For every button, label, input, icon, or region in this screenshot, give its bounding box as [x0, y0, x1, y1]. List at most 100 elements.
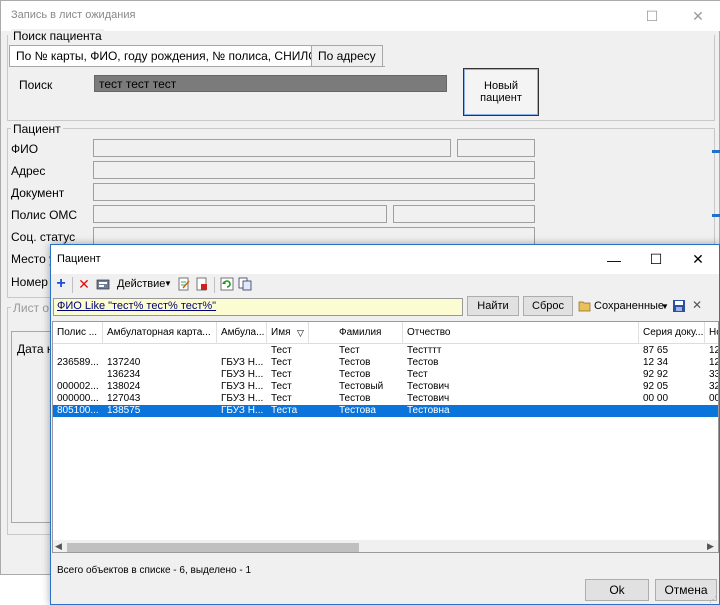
- chevron-down-icon[interactable]: ▼: [164, 279, 172, 288]
- minimize-icon[interactable]: —: [593, 245, 635, 274]
- scroll-right-icon[interactable]: ▶: [707, 541, 714, 552]
- ok-button[interactable]: Ok: [585, 579, 649, 601]
- properties-icon[interactable]: [96, 277, 110, 291]
- social-status-label: Соц. статус: [11, 230, 76, 244]
- patient-group-label: Пациент: [11, 122, 63, 136]
- chevron-down-icon[interactable]: ▼: [661, 302, 669, 311]
- waitlist-grid[interactable]: [11, 331, 51, 523]
- table-cell: 000000...: [57, 393, 99, 404]
- saved-filters-button[interactable]: Сохраненные: [594, 300, 664, 312]
- table-cell: Теста: [271, 405, 298, 416]
- tab-search-by-card[interactable]: По № карты, ФИО, году рождения, № полиса…: [9, 45, 324, 67]
- toolbar-separator: [72, 277, 73, 293]
- column-header[interactable]: Но: [705, 322, 718, 344]
- table-cell: ГБУЗ Н...: [221, 381, 264, 392]
- table-cell: 00: [709, 393, 718, 404]
- close-icon[interactable]: ✕: [675, 1, 720, 31]
- waitlist-titlebar: Запись в лист ожидания ☐ ✕: [1, 1, 720, 31]
- table-row[interactable]: Тест Тест Тестттт 87 65 12: [53, 345, 718, 357]
- scrollbar-thumb[interactable]: [67, 543, 359, 552]
- edit-doc-icon[interactable]: [177, 277, 191, 291]
- table-cell: Тестов: [339, 393, 371, 404]
- delete-x-icon[interactable]: ✕: [77, 276, 91, 292]
- column-header[interactable]: Полис ...: [53, 322, 103, 344]
- column-header[interactable]: Фамилия: [335, 322, 403, 344]
- action-menu-button[interactable]: Действие: [117, 278, 165, 290]
- fio-field[interactable]: [93, 139, 451, 157]
- table-cell: Тестовна: [407, 405, 450, 416]
- table-cell: Тестович: [407, 393, 450, 404]
- table-cell: 137240: [107, 357, 141, 368]
- background-edge: [712, 150, 720, 153]
- table-row[interactable]: 000002... 138024 ГБУЗ Н... Тест Тестовый Тест…: [53, 381, 718, 393]
- table-row[interactable]: 000000... 127043 ГБУЗ Н... Тест Тестов Тестов…: [53, 393, 718, 405]
- grid-body: ТестТестТестттт87 6512236589... 137240 ГБУ…: [53, 345, 718, 539]
- table-cell: 92 05: [643, 381, 669, 392]
- sort-desc-icon[interactable]: ▽: [297, 328, 304, 339]
- document-field[interactable]: [93, 183, 535, 201]
- table-cell: [53, 369, 103, 381]
- table-cell: ГБУЗ Н...: [221, 369, 264, 380]
- table-row[interactable]: 236589... 137240 ГБУЗ Н... Тест Тестов Тестов…: [53, 357, 718, 369]
- search-label: Поиск: [19, 78, 53, 92]
- dialog-title: Пациент: [57, 253, 101, 265]
- table-row-selected[interactable]: 805100... 138575 ГБУЗ Н... Теста Тестова Тест…: [53, 405, 718, 417]
- table-cell: 138575: [107, 405, 141, 416]
- table-cell: ГБУЗ Н...: [221, 405, 264, 416]
- table-cell: 805100...: [57, 405, 99, 416]
- horizontal-scrollbar[interactable]: ◀ ▶: [53, 540, 718, 552]
- find-button[interactable]: Найти: [467, 296, 519, 316]
- table-cell: ГБУЗ Н...: [221, 393, 264, 404]
- table-cell: Тест: [271, 345, 292, 356]
- table-cell: Тестов: [339, 369, 371, 380]
- oms-policy-label: Полис ОМС: [11, 208, 78, 222]
- table-cell: 236589...: [57, 357, 99, 368]
- background-edge: [712, 214, 720, 217]
- column-header[interactable]: Отчество: [403, 322, 639, 344]
- window-title: Запись в лист ожидания: [11, 9, 136, 21]
- table-row[interactable]: 136234 ГБУЗ Н... Тест Тестов Тест 92 92 33: [53, 369, 718, 381]
- tab-search-by-address[interactable]: По адресу: [311, 45, 383, 67]
- patients-grid[interactable]: Полис ... Амбулаторная карта... Амбула..…: [52, 321, 719, 553]
- table-cell: Тестова: [339, 405, 376, 416]
- table-cell: [217, 345, 267, 357]
- new-patient-button[interactable]: Новый пациент: [463, 68, 539, 116]
- plus-icon[interactable]: +: [54, 275, 68, 292]
- column-header[interactable]: Амбула...: [217, 322, 267, 344]
- column-header[interactable]: Амбулаторная карта...: [103, 322, 217, 344]
- oms-policy-field[interactable]: [93, 205, 387, 223]
- export-doc-icon[interactable]: [195, 277, 209, 291]
- table-cell: [705, 405, 718, 417]
- table-cell: Тестов: [407, 357, 439, 368]
- maximize-icon[interactable]: ☐: [635, 245, 677, 274]
- resize-grip-icon[interactable]: ⋰: [709, 595, 717, 604]
- search-group-label: Поиск пациента: [11, 29, 104, 43]
- column-header[interactable]: Серия доку...: [639, 322, 705, 344]
- table-cell: Тест: [271, 393, 292, 404]
- table-cell: Тест: [407, 369, 428, 380]
- search-input[interactable]: тест тест тест: [94, 75, 447, 92]
- cancel-button[interactable]: Отмена: [655, 579, 717, 601]
- clear-filter-icon[interactable]: ✕: [692, 298, 702, 312]
- save-icon[interactable]: [672, 299, 686, 316]
- oms-policy-number-field[interactable]: [393, 205, 535, 223]
- tab-divider: [9, 66, 385, 67]
- table-cell: Тест: [271, 357, 292, 368]
- social-status-field[interactable]: [93, 227, 535, 245]
- table-cell: Тест: [271, 369, 292, 380]
- grid-header: Полис ... Амбулаторная карта... Амбула..…: [53, 322, 718, 344]
- patient-dialog-titlebar: Пациент — ☐ ✕: [51, 245, 719, 274]
- folder-icon[interactable]: [578, 300, 592, 315]
- maximize-icon[interactable]: ☐: [629, 1, 675, 31]
- table-cell: ГБУЗ Н...: [221, 357, 264, 368]
- table-cell: [103, 345, 217, 357]
- copy-icon[interactable]: [238, 277, 252, 291]
- reset-button[interactable]: Сброс: [523, 296, 573, 316]
- close-icon[interactable]: ✕: [677, 245, 719, 274]
- address-field[interactable]: [93, 161, 535, 179]
- scroll-left-icon[interactable]: ◀: [55, 541, 62, 552]
- table-cell: 33: [709, 369, 718, 380]
- birth-year-field[interactable]: [457, 139, 535, 157]
- filter-expression[interactable]: ФИО Like "тест% тест% тест%": [53, 298, 463, 316]
- refresh-icon[interactable]: [220, 277, 234, 291]
